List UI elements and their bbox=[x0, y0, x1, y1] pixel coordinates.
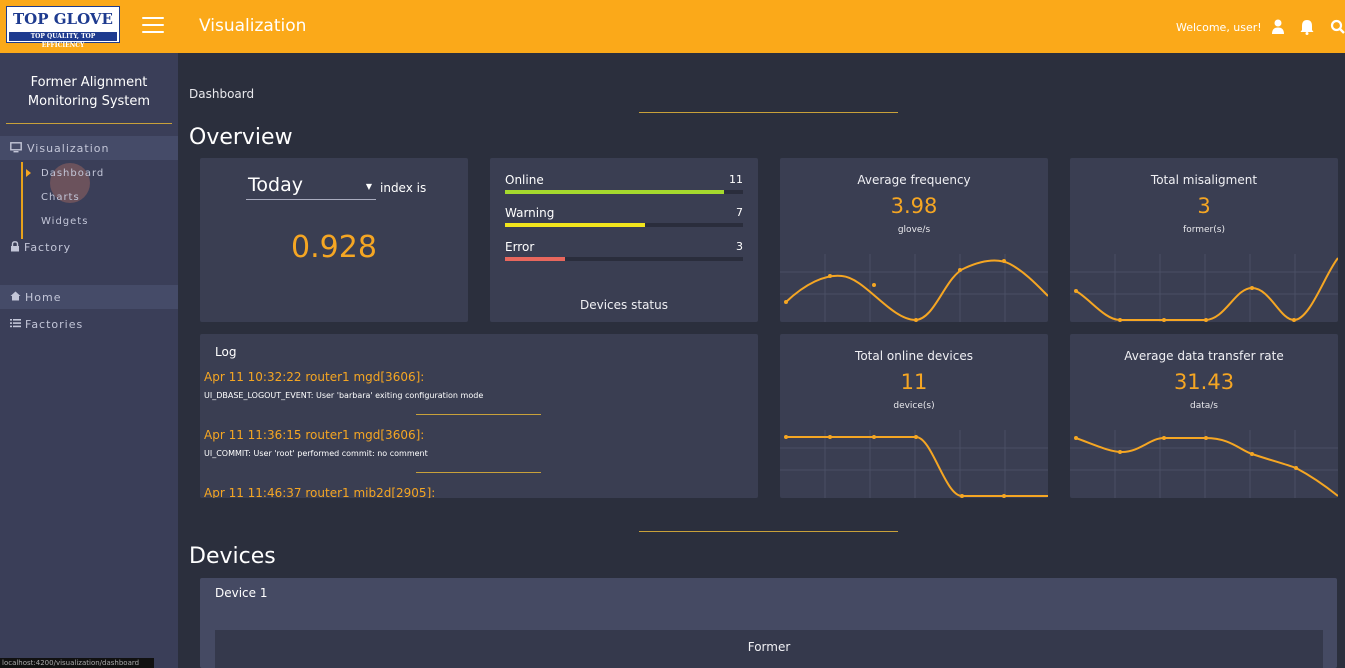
system-title-line1: Former Alignment bbox=[30, 75, 148, 90]
avg-frequency-sparkline bbox=[780, 254, 1048, 322]
search-icon[interactable] bbox=[1330, 19, 1345, 35]
metric-unit: device(s) bbox=[893, 401, 935, 411]
devices-status-title: Devices status bbox=[580, 298, 668, 312]
section-divider bbox=[639, 531, 898, 532]
status-count-error: 3 bbox=[736, 240, 743, 253]
dropdown-caret-icon: ▼ bbox=[365, 182, 372, 191]
sidebar-item-visualization[interactable]: Visualization bbox=[0, 136, 178, 160]
log-title: Log bbox=[215, 345, 237, 359]
home-icon bbox=[10, 291, 21, 301]
metric-value: 3 bbox=[1197, 194, 1211, 218]
top-glove-logo[interactable]: TOP GLOVE TOP QUALITY, TOP EFFICIENCY bbox=[6, 6, 120, 49]
log-divider bbox=[416, 414, 541, 415]
avg-data-transfer-sparkline bbox=[1070, 430, 1338, 498]
devices-status-card: Online 11 Warning 7 Error 3 Devices stat… bbox=[490, 158, 758, 322]
metric-title: Total misaligment bbox=[1150, 173, 1258, 187]
monitor-icon bbox=[10, 142, 22, 153]
sidebar-item-label: Visualization bbox=[27, 142, 110, 155]
logo-tagline: TOP QUALITY, TOP EFFICIENCY bbox=[9, 32, 117, 49]
list-icon bbox=[10, 319, 21, 328]
log-entry-header: Apr 11 11:36:15 router1 mgd[3606]: bbox=[204, 428, 425, 442]
index-label: index is bbox=[380, 181, 427, 195]
metric-title: Average frequency bbox=[857, 173, 971, 187]
lock-icon bbox=[11, 241, 19, 252]
former-panel: Former bbox=[215, 630, 1323, 668]
logo-main-text: TOP GLOVE bbox=[13, 10, 113, 28]
metric-title: Average data transfer rate bbox=[1124, 349, 1284, 363]
metric-unit: former(s) bbox=[1183, 225, 1225, 235]
avg-frequency-card: Average frequency 3.98 glove/s bbox=[780, 158, 1048, 322]
index-card: Today ▼ index is 0.928 bbox=[200, 158, 468, 322]
sidebar-item-factory[interactable]: Factory bbox=[0, 235, 178, 259]
user-icon[interactable] bbox=[1271, 19, 1287, 35]
metric-value: 11 bbox=[900, 370, 928, 394]
section-divider bbox=[639, 112, 898, 113]
metric-value: 3.98 bbox=[890, 194, 938, 218]
status-count-online: 11 bbox=[729, 173, 743, 186]
sidebar-item-factories[interactable]: Factories bbox=[0, 312, 178, 336]
status-count-warning: 7 bbox=[736, 206, 743, 219]
log-card[interactable]: Log Apr 11 10:32:22 router1 mgd[3606]: U… bbox=[200, 334, 758, 498]
browser-status-url: localhost:4200/visualization/dashboard bbox=[0, 658, 154, 668]
log-entry-header: Apr 11 10:32:22 router1 mgd[3606]: bbox=[204, 370, 425, 384]
sidebar-item-label: Home bbox=[25, 291, 62, 304]
device-name: Device 1 bbox=[215, 586, 268, 600]
total-misalignment-card: Total misaligment 3 former(s) bbox=[1070, 158, 1338, 322]
status-label-online: Online bbox=[505, 173, 544, 187]
sidebar-subitem-dashboard[interactable]: Dashboard bbox=[41, 168, 104, 179]
device-card[interactable]: Device 1 Former bbox=[200, 578, 1337, 668]
sidebar-item-label: Factory bbox=[24, 241, 72, 254]
main-content: Dashboard Overview Today ▼ index is 0.92… bbox=[178, 53, 1345, 668]
total-online-devices-card: Total online devices 11 device(s) bbox=[780, 334, 1048, 498]
submenu-indicator-line bbox=[21, 162, 23, 239]
metric-unit: glove/s bbox=[897, 225, 931, 235]
period-select-value: Today bbox=[248, 174, 303, 196]
log-entry-message: UI_DBASE_LOGOUT_EVENT: User 'barbara' ex… bbox=[204, 391, 484, 400]
avg-data-transfer-card: Average data transfer rate 31.43 data/s bbox=[1070, 334, 1338, 498]
warning-progress-bar bbox=[505, 223, 743, 227]
index-value: 0.928 bbox=[291, 230, 377, 265]
sidebar: Former Alignment Monitoring System Visua… bbox=[0, 53, 178, 668]
top-bar: TOP GLOVE TOP QUALITY, TOP EFFICIENCY Vi… bbox=[0, 0, 1345, 53]
sidebar-item-label: Factories bbox=[25, 318, 84, 331]
menu-toggle-icon[interactable] bbox=[142, 17, 164, 34]
overview-title: Overview bbox=[189, 125, 293, 150]
period-select[interactable]: Today ▼ bbox=[246, 172, 376, 200]
error-progress-bar bbox=[505, 257, 743, 261]
system-title-divider bbox=[6, 123, 172, 124]
page-title: Visualization bbox=[199, 16, 307, 36]
sidebar-item-home[interactable]: Home bbox=[0, 285, 178, 309]
breadcrumb[interactable]: Dashboard bbox=[189, 87, 254, 101]
log-divider bbox=[416, 472, 541, 473]
total-misalignment-sparkline bbox=[1070, 254, 1338, 322]
status-label-error: Error bbox=[505, 240, 535, 254]
system-title: Former Alignment Monitoring System bbox=[0, 73, 178, 111]
sidebar-subitem-charts[interactable]: Charts bbox=[41, 192, 80, 203]
metric-value: 31.43 bbox=[1173, 370, 1235, 394]
total-online-devices-sparkline bbox=[780, 430, 1048, 498]
bell-icon[interactable] bbox=[1299, 19, 1315, 35]
sidebar-subitem-widgets[interactable]: Widgets bbox=[41, 216, 88, 227]
online-progress-bar bbox=[505, 190, 743, 194]
former-title: Former bbox=[747, 640, 791, 654]
status-label-warning: Warning bbox=[505, 206, 555, 220]
log-entry-header: Apr 11 11:46:37 router1 mib2d[2905]: bbox=[204, 486, 436, 498]
devices-title: Devices bbox=[189, 544, 276, 569]
log-entry-message: UI_COMMIT: User 'root' performed commit:… bbox=[204, 449, 428, 458]
caret-right-icon bbox=[26, 169, 31, 177]
metric-unit: data/s bbox=[1190, 401, 1218, 411]
metric-title: Total online devices bbox=[855, 349, 973, 363]
welcome-text: Welcome, user! bbox=[1176, 21, 1262, 34]
system-title-line2: Monitoring System bbox=[27, 94, 151, 109]
